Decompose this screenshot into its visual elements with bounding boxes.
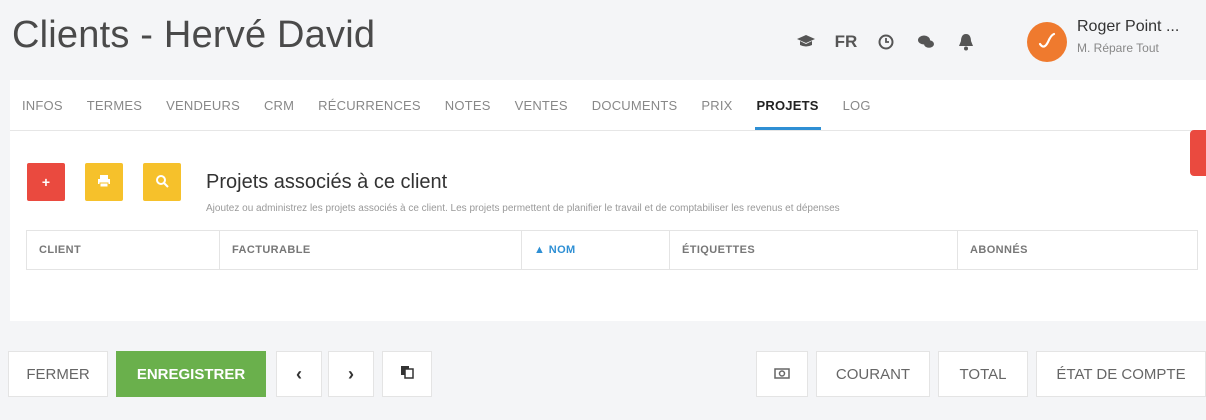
page-title: Clients - Hervé David [12,14,376,56]
chat-icon[interactable] [906,26,946,58]
tab-projets[interactable]: PROJETS [745,80,831,130]
section-title: Projets associés à ce client [206,171,448,193]
avatar[interactable] [1027,22,1067,62]
search-button[interactable] [143,163,181,201]
search-icon [155,174,169,191]
account-statement-button[interactable]: ÉTAT DE COMPTE [1036,351,1206,397]
column-header-nom[interactable]: ▲ NOM [521,231,669,269]
tab-prix[interactable]: PRIX [689,80,744,130]
tab-infos[interactable]: INFOS [10,80,75,130]
copy-icon [400,365,414,383]
printer-icon [97,174,111,191]
app-header: Clients - Hervé David FR Roger Point ...… [0,0,1206,80]
tab-bar: INFOS TERMES VENDEURS CRM RÉCURRENCES NO… [10,80,1206,130]
projects-table: CLIENT FACTURABLE ▲ NOM ÉTIQUETTES ABONN… [26,230,1198,270]
tab-recurrences[interactable]: RÉCURRENCES [306,80,433,130]
header-toolbar: FR [786,26,986,58]
content-panel [10,130,1206,321]
camera-button[interactable] [756,351,808,397]
current-button[interactable]: COURANT [816,351,930,397]
column-header-etiquettes[interactable]: ÉTIQUETTES [669,231,957,269]
print-button[interactable] [85,163,123,201]
user-role: M. Répare Tout [1077,41,1159,55]
save-button[interactable]: ENREGISTRER [116,351,266,397]
camera-icon [774,366,790,383]
graduation-cap-icon[interactable] [786,26,826,58]
tab-ventes[interactable]: VENTES [503,80,580,130]
bell-icon[interactable] [946,26,986,58]
column-header-client[interactable]: CLIENT [27,231,219,269]
tab-vendeurs[interactable]: VENDEURS [154,80,252,130]
next-button[interactable]: › [328,351,374,397]
previous-button[interactable]: ‹ [276,351,322,397]
user-name[interactable]: Roger Point ... [1077,18,1179,36]
clock-icon[interactable] [866,26,906,58]
add-project-button[interactable]: + [27,163,65,201]
copy-button[interactable] [382,351,432,397]
close-button[interactable]: FERMER [8,351,108,397]
tab-termes[interactable]: TERMES [75,80,154,130]
tab-log[interactable]: LOG [831,80,883,130]
tab-crm[interactable]: CRM [252,80,306,130]
section-subtitle: Ajoutez ou administrez les projets assoc… [206,203,840,214]
column-header-abonnes[interactable]: ABONNÉS [957,231,1197,269]
total-button[interactable]: TOTAL [938,351,1028,397]
tab-notes[interactable]: NOTES [433,80,503,130]
language-switch[interactable]: FR [826,26,866,58]
column-header-facturable[interactable]: FACTURABLE [219,231,521,269]
tab-documents[interactable]: DOCUMENTS [580,80,690,130]
side-panel-handle[interactable] [1190,130,1206,176]
